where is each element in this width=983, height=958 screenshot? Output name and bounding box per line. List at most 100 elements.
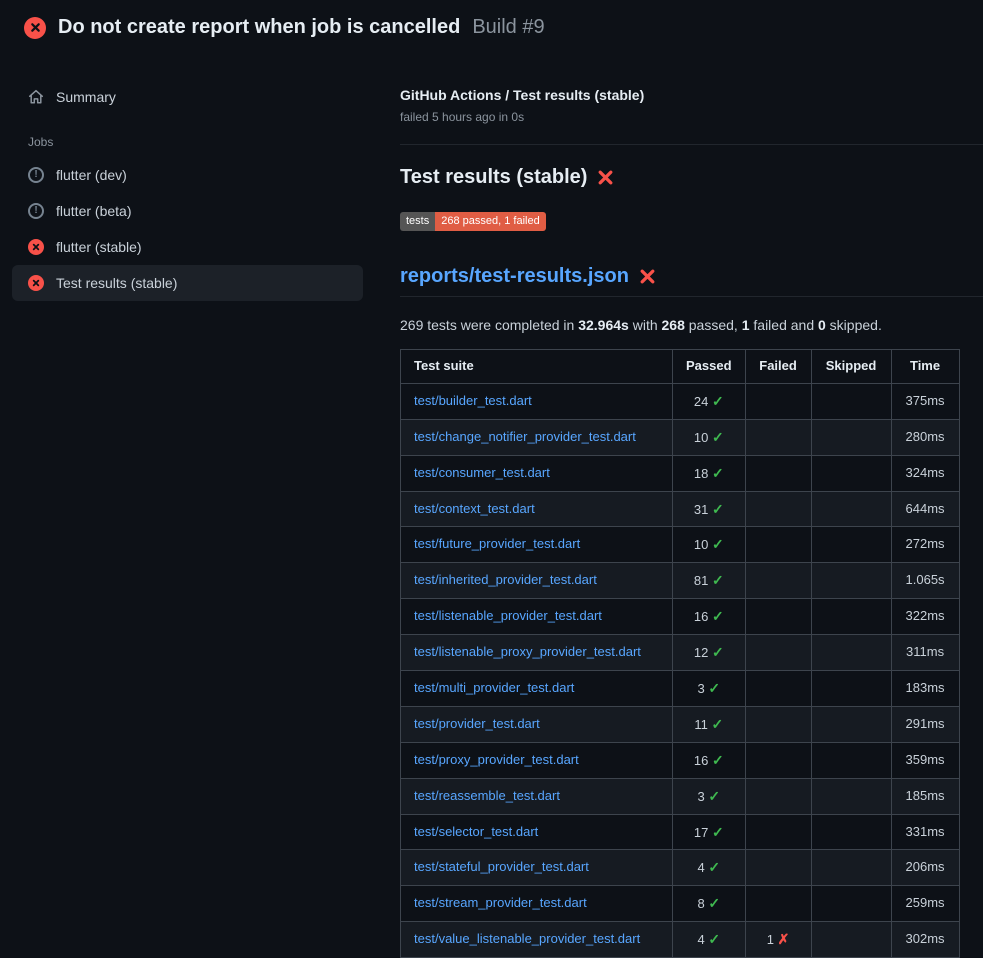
table-row: test/reassemble_test.dart3 ✓185ms — [401, 778, 960, 814]
passed-cell: 3 ✓ — [673, 671, 746, 707]
passed-cell: 10 ✓ — [673, 527, 746, 563]
time-cell: 206ms — [891, 850, 959, 886]
home-icon — [28, 89, 44, 105]
suite-link[interactable]: test/multi_provider_test.dart — [414, 680, 574, 695]
tests-badge: tests 268 passed, 1 failed — [400, 212, 546, 231]
passed-cell: 24 ✓ — [673, 383, 746, 419]
summary-text: 269 tests were completed in 32.964s with… — [400, 317, 983, 333]
suite-link[interactable]: test/future_provider_test.dart — [414, 536, 580, 551]
check-icon: ✓ — [712, 572, 724, 588]
suite-link[interactable]: test/listenable_provider_test.dart — [414, 608, 602, 623]
passed-count: 4 — [697, 932, 708, 947]
passed-cell: 4 ✓ — [673, 850, 746, 886]
suite-cell: test/inherited_provider_test.dart — [401, 563, 673, 599]
summary-mid: passed, — [685, 317, 742, 333]
sidebar-item-flutter-beta[interactable]: ! flutter (beta) — [12, 193, 363, 229]
failed-cell — [745, 886, 811, 922]
table-row: test/value_listenable_provider_test.dart… — [401, 922, 960, 958]
suite-link[interactable]: test/change_notifier_provider_test.dart — [414, 429, 636, 444]
skipped-cell — [811, 850, 891, 886]
passed-cell: 10 ✓ — [673, 419, 746, 455]
suite-cell: test/multi_provider_test.dart — [401, 671, 673, 707]
suite-cell: test/builder_test.dart — [401, 383, 673, 419]
skipped-cell — [811, 383, 891, 419]
table-row: test/stateful_provider_test.dart 4 ✓ 206ms — [401, 850, 960, 886]
suite-link[interactable]: test/context_test.dart — [414, 501, 535, 516]
skipped-cell — [811, 419, 891, 455]
skipped-cell — [811, 742, 891, 778]
summary-mid: failed and — [750, 317, 819, 333]
suite-link[interactable]: test/provider_test.dart — [414, 716, 540, 731]
failed-cell — [745, 527, 811, 563]
failed-status-icon — [24, 17, 46, 39]
jobs-section-label: Jobs — [12, 115, 363, 157]
sidebar-item-label: Test results (stable) — [56, 275, 177, 291]
time-cell: 322ms — [891, 599, 959, 635]
report-heading: reports/test-results.json — [400, 265, 983, 297]
check-icon: ✓ — [712, 824, 724, 840]
time-cell: 311ms — [891, 635, 959, 671]
suite-link[interactable]: test/proxy_provider_test.dart — [414, 752, 579, 767]
check-icon: ✓ — [708, 931, 720, 947]
suite-cell: test/provider_test.dart — [401, 706, 673, 742]
passed-count: 11 — [694, 717, 711, 732]
failed-cell: 1 ✗ — [745, 922, 811, 958]
suite-link[interactable]: test/listenable_proxy_provider_test.dart — [414, 644, 641, 659]
passed-cell: 16 ✓ — [673, 742, 746, 778]
table-row: test/proxy_provider_test.dart 16 ✓ 359ms — [401, 742, 960, 778]
suite-link[interactable]: test/stateful_provider_test.dart — [414, 859, 589, 874]
failed-cell — [745, 563, 811, 599]
summary-duration: 32.964s — [578, 317, 629, 333]
skipped-cell — [811, 635, 891, 671]
check-run-title: Test results (stable) — [400, 166, 983, 189]
suite-link[interactable]: test/selector_test.dart — [414, 824, 538, 839]
summary-mid: with — [629, 317, 662, 333]
time-cell: 183ms — [891, 671, 959, 707]
check-icon: ✓ — [712, 465, 724, 481]
time-cell: 359ms — [891, 742, 959, 778]
suite-cell: test/change_notifier_provider_test.dart — [401, 419, 673, 455]
suite-cell: test/listenable_proxy_provider_test.dart — [401, 635, 673, 671]
failed-count: 1 — [767, 932, 778, 947]
time-cell: 185ms — [891, 778, 959, 814]
passed-count: 16 — [694, 609, 712, 624]
divider — [400, 144, 983, 145]
col-header-test-suite: Test suite — [401, 350, 673, 384]
time-cell: 331ms — [891, 814, 959, 850]
skipped-cell — [811, 922, 891, 958]
skipped-cell — [811, 778, 891, 814]
suite-cell: test/context_test.dart — [401, 491, 673, 527]
skipped-cell — [811, 563, 891, 599]
skipped-cell — [811, 455, 891, 491]
suite-link[interactable]: test/inherited_provider_test.dart — [414, 572, 597, 587]
sidebar-item-summary[interactable]: Summary — [12, 79, 363, 115]
time-cell: 644ms — [891, 491, 959, 527]
failed-cell — [745, 671, 811, 707]
passed-cell: 81 ✓ — [673, 563, 746, 599]
suite-link[interactable]: test/builder_test.dart — [414, 393, 532, 408]
failed-cell — [745, 455, 811, 491]
x-icon — [30, 22, 41, 33]
passed-count: 3 — [697, 681, 708, 696]
suite-link[interactable]: test/reassemble_test.dart — [414, 788, 560, 803]
check-icon: ✓ — [708, 680, 720, 696]
time-cell: 259ms — [891, 886, 959, 922]
sidebar-item-flutter-stable[interactable]: flutter (stable) — [12, 229, 363, 265]
failed-cell — [745, 742, 811, 778]
table-row: test/inherited_provider_test.dart81 ✓1.0… — [401, 563, 960, 599]
sidebar-item-test-results-stable[interactable]: Test results (stable) — [12, 265, 363, 301]
sidebar-item-label: flutter (dev) — [56, 167, 127, 183]
failed-x-icon — [597, 169, 614, 186]
passed-count: 17 — [694, 825, 712, 840]
suite-link[interactable]: test/consumer_test.dart — [414, 465, 550, 480]
failed-cell — [745, 635, 811, 671]
suite-link[interactable]: test/stream_provider_test.dart — [414, 895, 587, 910]
passed-count: 10 — [694, 537, 712, 552]
suite-link[interactable]: test/value_listenable_provider_test.dart — [414, 931, 640, 946]
badge-value: 268 passed, 1 failed — [435, 212, 545, 231]
passed-count: 24 — [694, 394, 712, 409]
summary-skipped-count: 0 — [818, 317, 826, 333]
report-link[interactable]: reports/test-results.json — [400, 265, 629, 288]
cancelled-status-icon: ! — [28, 167, 44, 183]
sidebar-item-flutter-dev[interactable]: ! flutter (dev) — [12, 157, 363, 193]
